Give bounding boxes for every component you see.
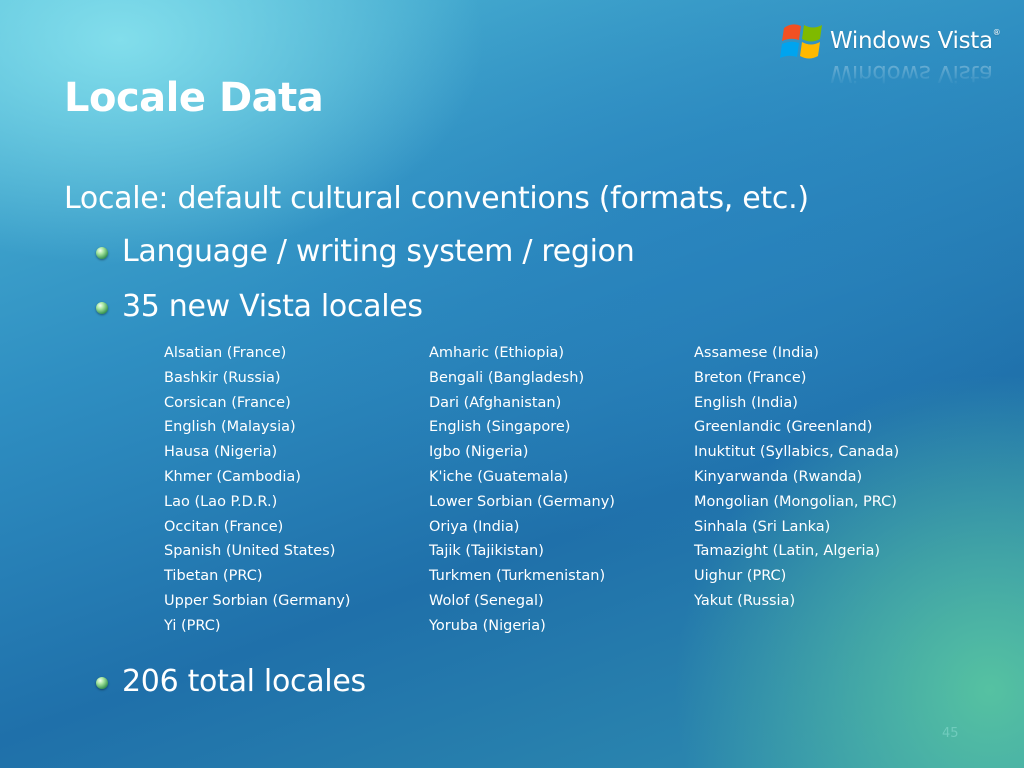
locale-item: Greenlandic (Greenland) — [694, 419, 873, 436]
page-number: 45 — [942, 726, 959, 741]
locale-item: Kinyarwanda (Rwanda) — [694, 468, 863, 485]
windows-vista-logo: Windows Vista® Windows Vista — [778, 16, 1001, 92]
locale-item: Yakut (Russia) — [694, 592, 796, 609]
locale-item: Upper Sorbian (Germany) — [164, 592, 351, 609]
locale-item: Sinhala (Sri Lanka) — [694, 518, 831, 535]
locale-list: Alsatian (France) Amharic (Ethiopia) Ass… — [164, 342, 974, 640]
locale-item: K'iche (Guatemala) — [429, 468, 569, 485]
locale-item: English (Singapore) — [429, 419, 571, 436]
locale-item: English (Malaysia) — [164, 419, 296, 436]
content-heading: Locale: default cultural conventions (fo… — [64, 181, 809, 216]
locale-item: Yoruba (Nigeria) — [429, 617, 546, 634]
locale-item: Igbo (Nigeria) — [429, 444, 529, 461]
bullet-icon — [96, 677, 108, 689]
locale-item: Bashkir (Russia) — [164, 369, 281, 386]
locale-item: Lao (Lao P.D.R.) — [164, 493, 278, 510]
locale-item: Tamazight (Latin, Algeria) — [694, 543, 881, 560]
locale-item: Hausa (Nigeria) — [164, 444, 278, 461]
locale-item: Alsatian (France) — [164, 345, 287, 361]
locale-item: Khmer (Cambodia) — [164, 468, 301, 485]
locale-item: English (India) — [694, 394, 798, 411]
slide-title: Locale Data — [64, 75, 324, 121]
bullet-icon — [96, 302, 108, 314]
locale-item: Corsican (France) — [164, 394, 291, 411]
locale-item: Oriya (India) — [429, 518, 520, 535]
windows-flag-icon — [780, 24, 822, 59]
locale-item: Tajik (Tajikistan) — [429, 543, 544, 560]
locale-item: Breton (France) — [694, 369, 807, 386]
locale-item: Amharic (Ethiopia) — [429, 345, 565, 361]
locale-item: Occitan (France) — [164, 518, 284, 535]
locale-item: Mongolian (Mongolian, PRC) — [694, 493, 897, 510]
logo-wordmark: Windows Vista® — [830, 28, 1001, 54]
locale-item: Tibetan (PRC) — [164, 568, 263, 585]
locale-item: Bengali (Bangladesh) — [429, 369, 585, 386]
locale-item: Spanish (United States) — [164, 543, 336, 560]
locale-item: Uighur (PRC) — [694, 568, 787, 585]
logo-reflection: Windows Vista — [830, 60, 993, 86]
locale-item: Assamese (India) — [694, 345, 819, 361]
locale-item: Turkmen (Turkmenistan) — [429, 568, 606, 585]
locale-item: Inuktitut (Syllabics, Canada) — [694, 444, 900, 461]
bullet-icon — [96, 247, 108, 259]
locale-item: Wolof (Senegal) — [429, 592, 544, 609]
locale-item: Dari (Afghanistan) — [429, 394, 562, 411]
locale-item: Lower Sorbian (Germany) — [429, 493, 615, 510]
locale-item: Yi (PRC) — [164, 617, 221, 634]
